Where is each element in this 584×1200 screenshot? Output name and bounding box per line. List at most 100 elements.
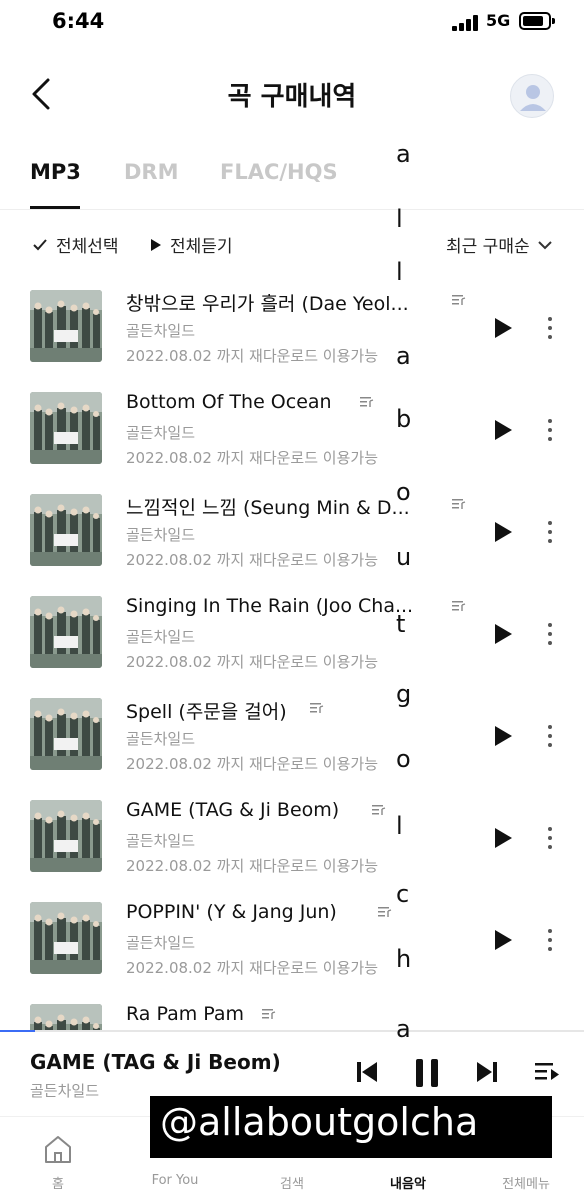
album-art	[30, 290, 102, 362]
album-art	[30, 800, 102, 872]
redownload-expiry: 2022.08.02 까지 재다운로드 이용가능	[126, 857, 378, 875]
song-list: 창밖으로 우리가 흘러 (Dae Yeol... 골든차일드 2022.08.02 …	[0, 280, 584, 1032]
overlay-letter: h	[396, 945, 412, 973]
song-title: Singing In The Rain (Joo Cha...	[126, 595, 414, 617]
album-art	[30, 902, 102, 974]
song-artist: 골든차일드	[126, 934, 196, 952]
song-artist: 골든차일드	[126, 424, 196, 442]
redownload-expiry: 2022.08.02 까지 재다운로드 이용가능	[126, 653, 378, 671]
song-row[interactable]: 창밖으로 우리가 흘러 (Dae Yeol... 골든차일드 2022.08.02 …	[0, 280, 584, 382]
more-vertical-icon[interactable]	[540, 823, 560, 853]
play-icon[interactable]	[490, 621, 516, 647]
song-title: POPPIN' (Y & Jang Jun)	[126, 901, 337, 923]
overlay-letter: g	[396, 680, 412, 708]
song-row[interactable]: Singing In The Rain (Joo Cha... 골든차일드 2022…	[0, 586, 584, 688]
tab-flac-hqs[interactable]: FLAC/HQS	[220, 160, 338, 184]
status-time: 6:44	[52, 9, 105, 33]
album-art	[30, 494, 102, 566]
song-title: Ra Pam Pam	[126, 1003, 245, 1025]
song-row[interactable]: Bottom Of The Ocean 골든차일드 2022.08.02 까지 재다…	[0, 382, 584, 484]
overlay-letter: l	[396, 258, 403, 286]
page-title: 곡 구매내역	[227, 82, 357, 112]
song-row[interactable]: 느낌적인 느낌 (Seung Min & D... 골든차일드 2022.08.02…	[0, 484, 584, 586]
more-vertical-icon[interactable]	[540, 415, 560, 445]
more-vertical-icon[interactable]	[540, 721, 560, 751]
song-artist: 골든차일드	[126, 730, 196, 748]
play-icon[interactable]	[490, 825, 516, 851]
overlay-letter: o	[396, 745, 411, 773]
more-vertical-icon[interactable]	[540, 619, 560, 649]
play-icon[interactable]	[490, 315, 516, 341]
redownload-expiry: 2022.08.02 까지 재다운로드 이용가능	[126, 551, 378, 569]
song-title: GAME (TAG & Ji Beom)	[126, 799, 340, 821]
now-playing-title: GAME (TAG & Ji Beom)	[30, 1050, 281, 1074]
song-title: 느낌적인 느낌 (Seung Min & D...	[126, 497, 410, 519]
song-row[interactable]: POPPIN' (Y & Jang Jun) 골든차일드 2022.08.02 까지…	[0, 892, 584, 994]
album-art	[30, 1004, 102, 1032]
signal-icon	[452, 15, 480, 31]
overlay-letter: a	[396, 1015, 411, 1043]
play-all-label: 전체듣기	[170, 237, 233, 257]
lyrics-icon	[452, 499, 466, 509]
play-icon[interactable]	[490, 519, 516, 545]
redownload-expiry: 2022.08.02 까지 재다운로드 이용가능	[126, 449, 378, 467]
skip-next-icon[interactable]	[476, 1060, 498, 1084]
tab-active-indicator	[30, 206, 80, 209]
battery-icon	[519, 12, 555, 30]
song-row[interactable]: Spell (주문을 걸어) 골든차일드 2022.08.02 까지 재다운로드 이…	[0, 688, 584, 790]
user-avatar-icon[interactable]	[510, 74, 554, 118]
overlay-letter: b	[396, 405, 412, 433]
pause-icon[interactable]	[414, 1058, 440, 1088]
play-icon[interactable]	[490, 723, 516, 749]
more-vertical-icon[interactable]	[540, 517, 560, 547]
nav-full-menu[interactable]: 전체메뉴	[476, 1173, 576, 1192]
song-title: Spell (주문을 걸어)	[126, 701, 287, 723]
skip-previous-icon[interactable]	[356, 1060, 378, 1084]
status-bar: 6:44 5G	[0, 0, 584, 46]
album-art	[30, 596, 102, 668]
redownload-expiry: 2022.08.02 까지 재다운로드 이용가능	[126, 347, 378, 365]
home-icon[interactable]	[42, 1133, 74, 1165]
nav-search[interactable]: 검색	[242, 1173, 342, 1192]
nav-for-you[interactable]: For You	[125, 1173, 225, 1188]
nav-home[interactable]: 홈	[8, 1173, 108, 1192]
overlay-letter: o	[396, 478, 411, 506]
playlist-icon[interactable]	[534, 1060, 560, 1084]
sort-label: 최근 구매순	[446, 237, 530, 257]
lyrics-icon	[372, 805, 386, 815]
select-all-label: 전체선택	[56, 237, 119, 257]
song-row[interactable]: Ra Pam Pam	[0, 994, 584, 1032]
overlay-letter: t	[396, 610, 406, 638]
lyrics-icon	[452, 601, 466, 611]
select-all-button[interactable]: 전체선택	[32, 232, 119, 257]
header: 곡 구매내역	[0, 56, 584, 136]
song-row[interactable]: GAME (TAG & Ji Beom) 골든차일드 2022.08.02 까지 재…	[0, 790, 584, 892]
play-icon[interactable]	[490, 927, 516, 953]
song-artist: 골든차일드	[126, 322, 196, 340]
lyrics-icon	[452, 295, 466, 305]
overlay-letter: a	[396, 140, 411, 168]
song-title: Bottom Of The Ocean	[126, 391, 332, 413]
song-artist: 골든차일드	[126, 832, 196, 850]
overlay-letter: l	[396, 205, 403, 233]
nav-my-music[interactable]: 내음악	[358, 1173, 458, 1192]
now-playing-artist: 골든차일드	[30, 1082, 100, 1100]
more-vertical-icon[interactable]	[540, 313, 560, 343]
song-artist: 골든차일드	[126, 526, 196, 544]
play-icon	[151, 238, 161, 251]
watermark-text: @allaboutgolcha	[150, 1096, 552, 1158]
network-label: 5G	[486, 11, 511, 30]
more-vertical-icon[interactable]	[540, 925, 560, 955]
sort-dropdown[interactable]: 최근 구매순	[446, 232, 560, 257]
redownload-expiry: 2022.08.02 까지 재다운로드 이용가능	[126, 959, 378, 977]
redownload-expiry: 2022.08.02 까지 재다운로드 이용가능	[126, 755, 378, 773]
song-title: 창밖으로 우리가 흘러 (Dae Yeol...	[126, 293, 409, 315]
tab-drm[interactable]: DRM	[124, 160, 179, 184]
chevron-down-icon	[537, 240, 552, 249]
tab-bar: MP3 DRM FLAC/HQS	[0, 140, 584, 210]
lyrics-icon	[310, 703, 324, 713]
album-art	[30, 698, 102, 770]
play-all-button[interactable]: 전체듣기	[150, 232, 233, 257]
play-icon[interactable]	[490, 417, 516, 443]
tab-mp3[interactable]: MP3	[30, 160, 81, 184]
